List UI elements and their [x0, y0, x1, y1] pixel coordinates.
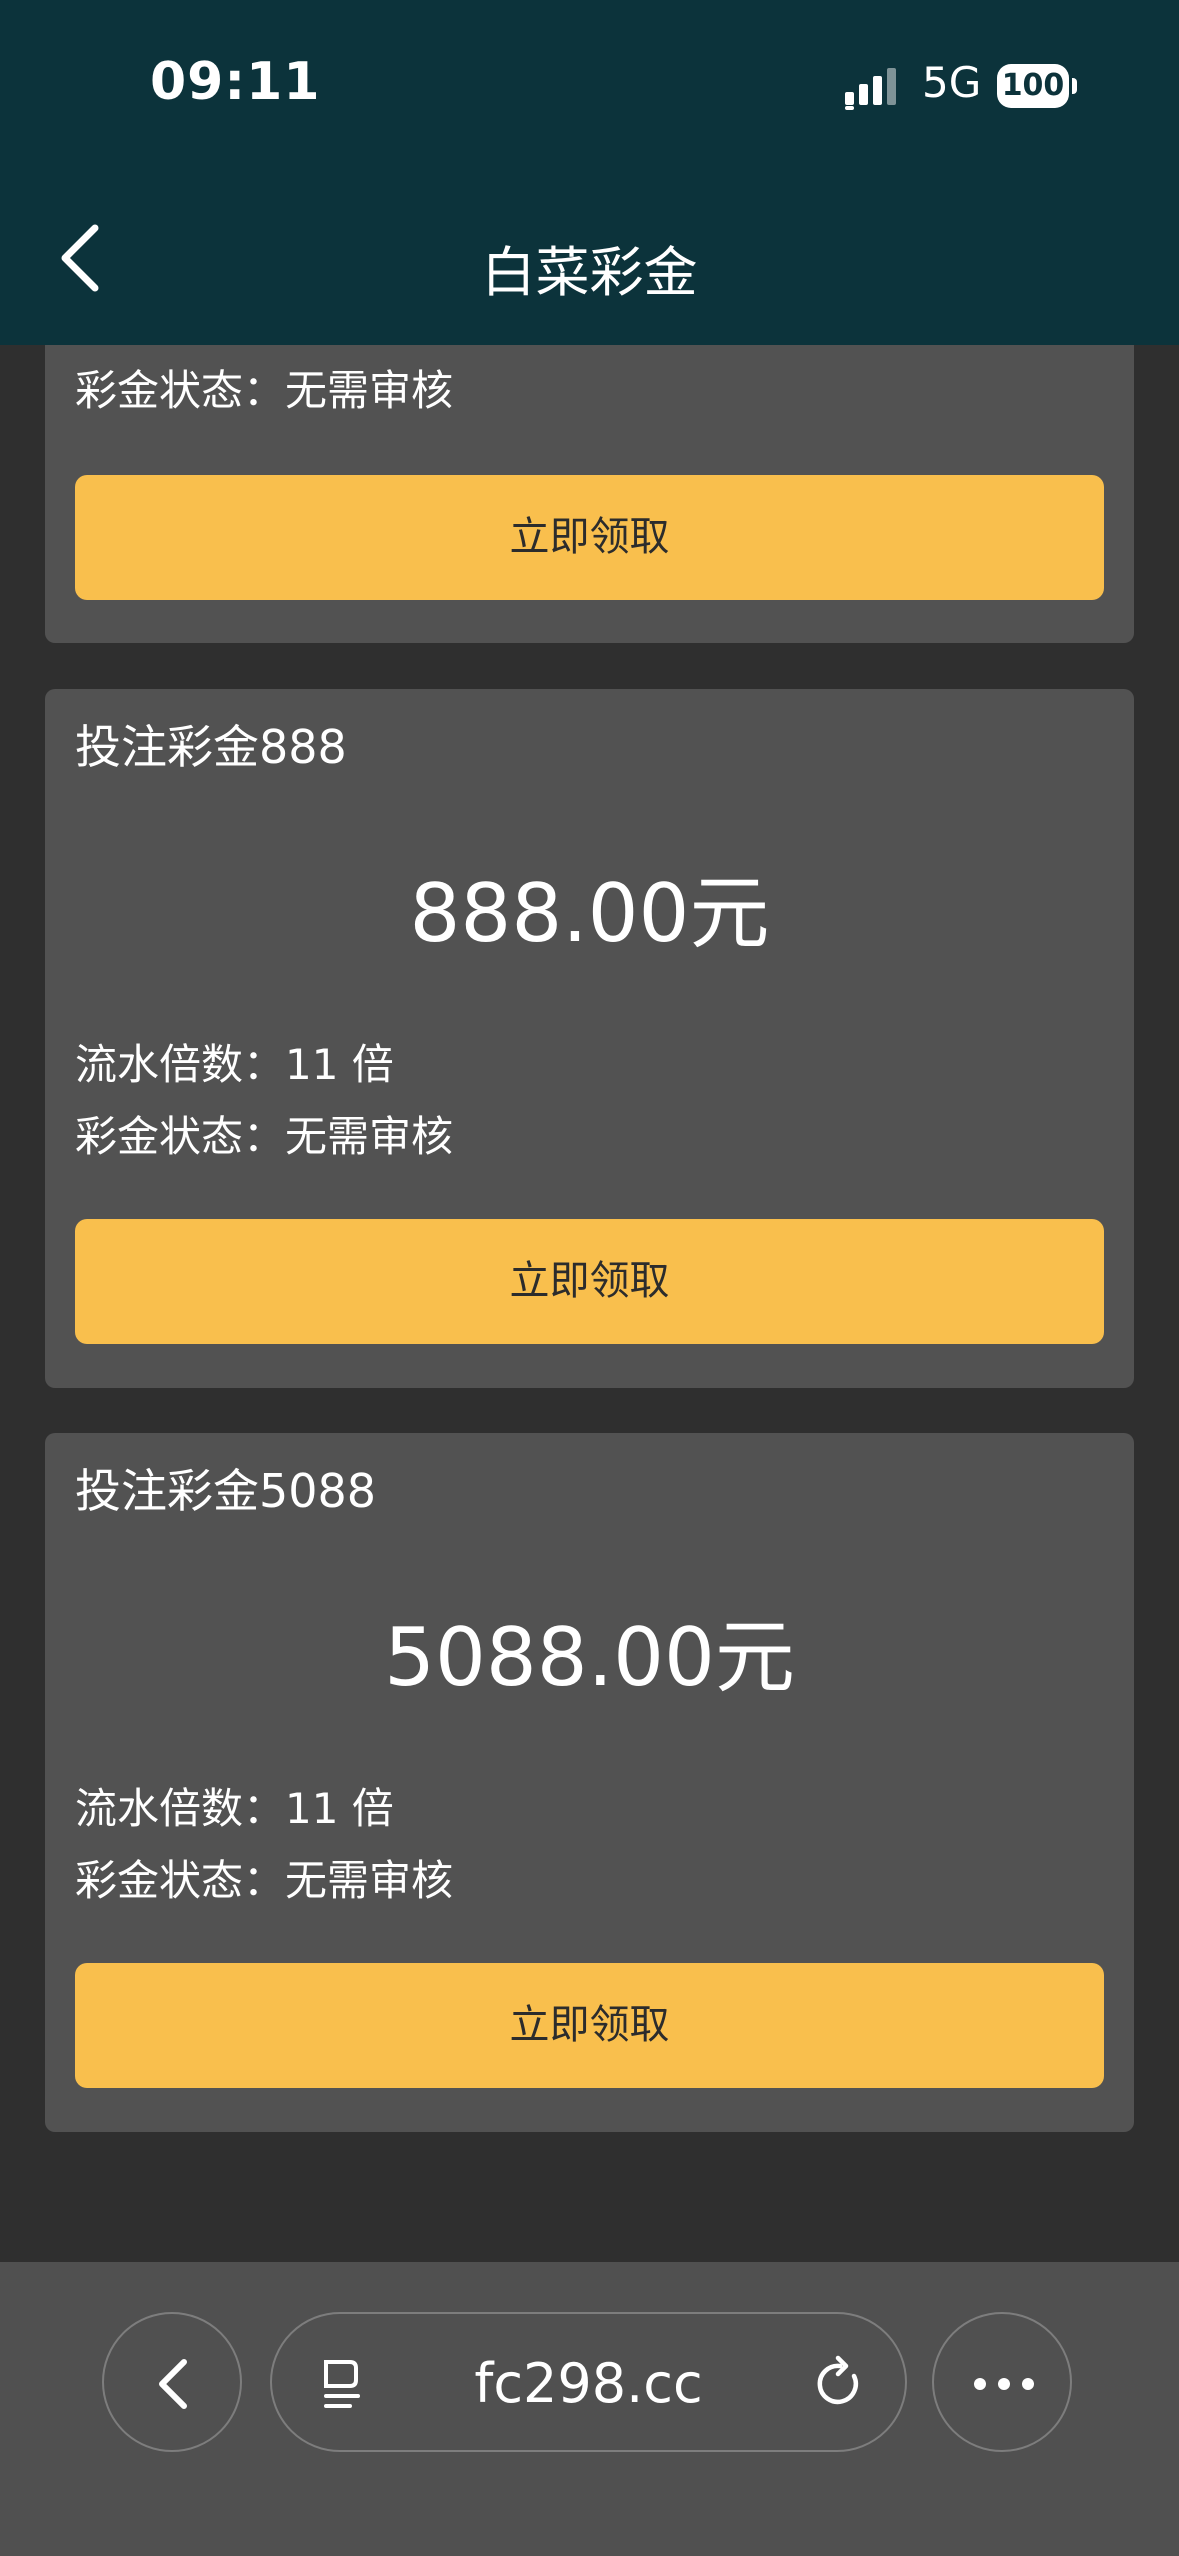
address-bar[interactable]: fc298.cc — [270, 2312, 907, 2452]
top-bar: 09:11 5G 100 白菜彩金 — [0, 0, 1179, 345]
bonus-amount: 5088.00元 — [384, 1611, 795, 1704]
bonus-status: 彩金状态：无需审核 — [75, 366, 454, 415]
status-time: 09:11 — [150, 52, 321, 112]
browser-back-button[interactable] — [102, 2312, 242, 2452]
card-title: 投注彩金5088 — [75, 1464, 377, 1518]
battery-icon: 100 — [997, 64, 1069, 108]
bonus-status: 彩金状态：无需审核 — [75, 1856, 454, 1905]
reload-icon[interactable] — [810, 2354, 870, 2414]
turnover-multiplier: 流水倍数：11 倍 — [75, 1040, 394, 1089]
claim-button[interactable]: 立即领取 — [75, 475, 1104, 600]
claim-button[interactable]: 立即领取 — [75, 1963, 1104, 2088]
more-button[interactable] — [932, 2312, 1072, 2452]
bonus-status: 彩金状态：无需审核 — [75, 1112, 454, 1161]
page-title: 白菜彩金 — [481, 241, 698, 304]
battery-tip — [1072, 78, 1077, 94]
more-icon — [974, 2378, 1034, 2390]
turnover-multiplier: 流水倍数：11 倍 — [75, 1784, 394, 1833]
card-title: 投注彩金888 — [75, 720, 347, 774]
bonus-card: 彩金状态：无需审核 立即领取 — [45, 345, 1134, 643]
signal-icon — [845, 68, 896, 110]
claim-button[interactable]: 立即领取 — [75, 1219, 1104, 1344]
bonus-card: 投注彩金5088 5088.00元 流水倍数：11 倍 彩金状态：无需审核 立即… — [45, 1433, 1134, 2132]
network-label: 5G — [922, 58, 982, 107]
bonus-card: 投注彩金888 888.00元 流水倍数：11 倍 彩金状态：无需审核 立即领取 — [45, 689, 1134, 1388]
bonus-amount: 888.00元 — [409, 867, 770, 960]
chevron-left-icon — [159, 2359, 187, 2409]
browser-toolbar: fc298.cc — [0, 2262, 1179, 2556]
